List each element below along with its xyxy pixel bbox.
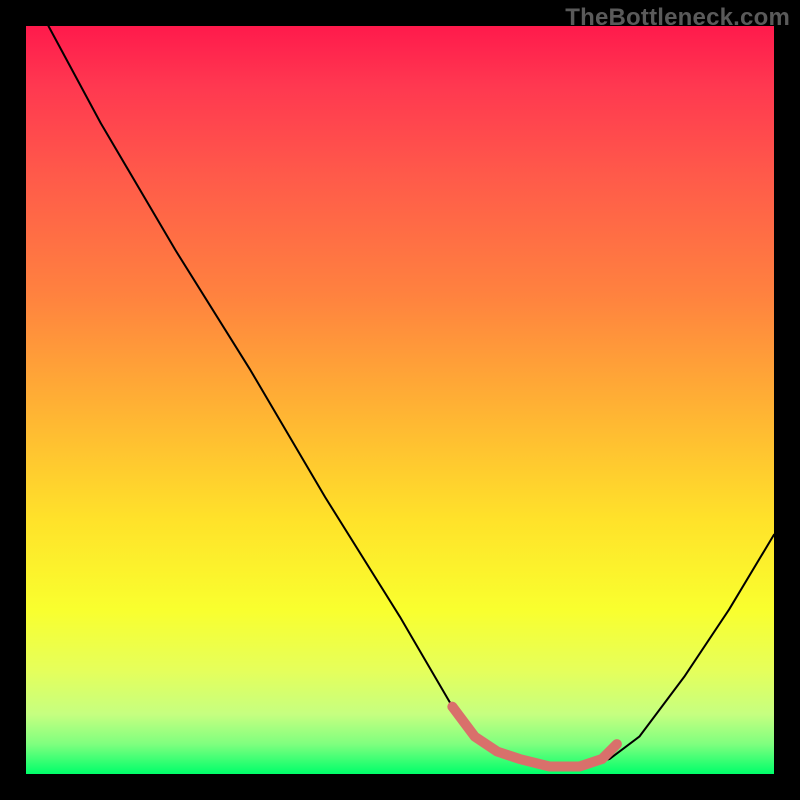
chart-frame: TheBottleneck.com: [0, 0, 800, 800]
series-optimal-range-marker: [452, 707, 617, 767]
series-bottleneck-curve: [48, 26, 774, 767]
chart-svg: [26, 26, 774, 774]
plot-area: [26, 26, 774, 774]
